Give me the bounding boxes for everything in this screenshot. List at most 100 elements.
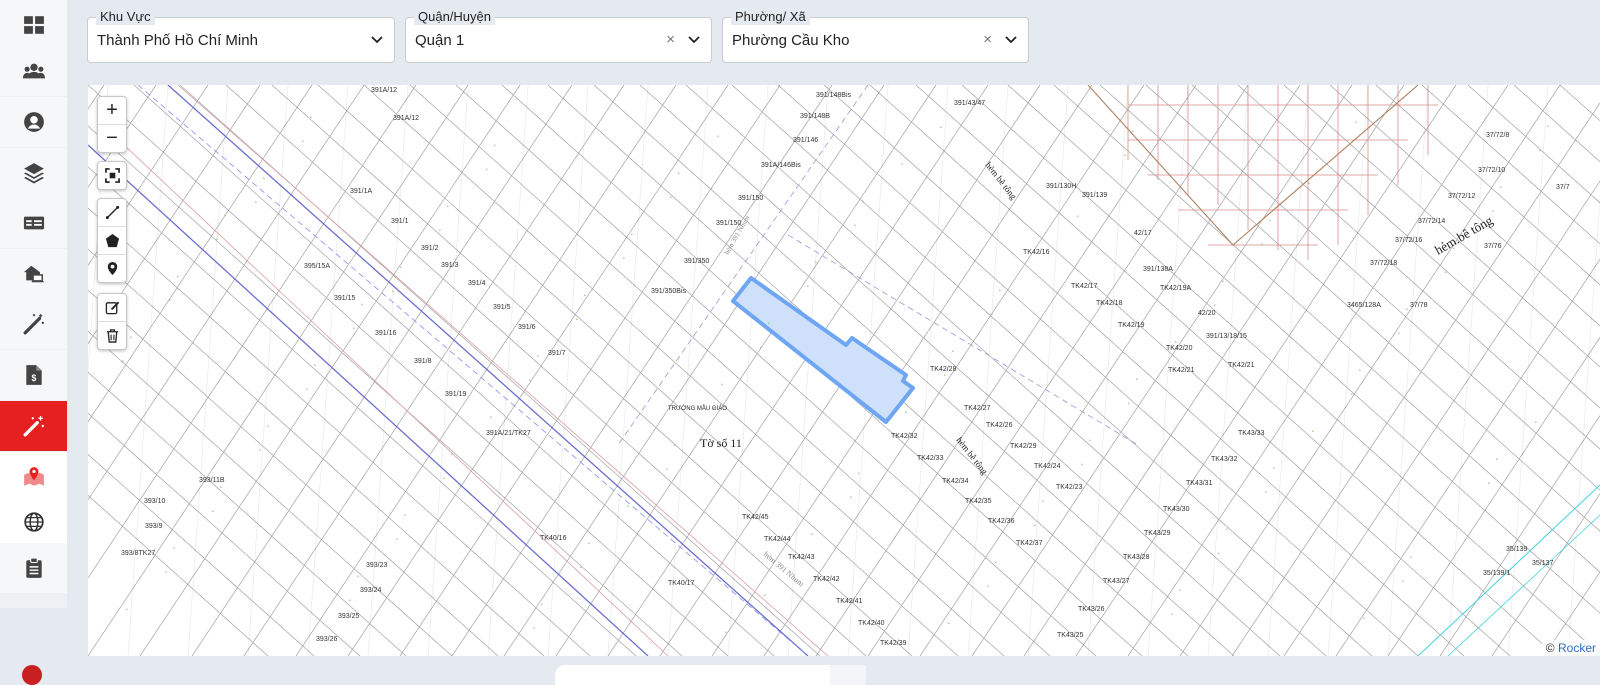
delete-layers-button[interactable] [98, 322, 126, 349]
map-base-layer: 391A/12 391A/12 391/1A 391/1 391/2 391/3 391/4… [88, 85, 1600, 656]
area-mark: • [306, 387, 308, 393]
parcel-label: TK43/27 [1103, 578, 1130, 585]
area-mark: • [1398, 331, 1400, 337]
ward-value: Phường Cầu Kho [732, 32, 850, 49]
area-mark: • [1492, 209, 1494, 215]
area-mark: • [1308, 181, 1310, 187]
sidebar-item-users[interactable] [0, 46, 67, 96]
app-icon[interactable] [22, 665, 42, 685]
ward-select[interactable]: Phường/ Xã Phường Cầu Kho × [722, 9, 1029, 63]
area-mark: • [1539, 148, 1541, 154]
parcel-label: TK42/36 [988, 518, 1015, 525]
area-mark: • [126, 607, 128, 613]
area-mark: • [760, 345, 762, 351]
area-mark: • [357, 574, 359, 580]
parcel-label: TK42/40 [858, 620, 885, 627]
sidebar-item-map-location[interactable] [0, 452, 67, 502]
sidebar-item-wand[interactable] [0, 299, 67, 349]
district-select[interactable]: Quận/Huyện Quận 1 × [405, 9, 712, 63]
area-mark: • [314, 363, 316, 369]
draw-polygon-button[interactable] [98, 227, 126, 255]
area-mark: • [302, 139, 304, 145]
area-mark: • [1218, 551, 1220, 557]
chevron-down-icon[interactable] [687, 32, 701, 46]
sidebar-item-account[interactable] [0, 97, 67, 147]
area-mark: • [858, 471, 860, 477]
parcel-label: TK42/17 [1071, 283, 1098, 290]
area-mark: • [674, 443, 676, 449]
area-mark: • [631, 232, 633, 238]
parcel-label: TK42/24 [1034, 463, 1061, 470]
parcel-label: TK40/16 [540, 535, 567, 542]
layers-icon [23, 163, 44, 184]
sidebar-item-cards[interactable] [0, 198, 67, 248]
district-label: Quận/Huyện [414, 9, 495, 25]
zoom-controls: + − [97, 96, 127, 153]
area-mark: • [948, 621, 950, 627]
area-mark: • [392, 289, 394, 295]
area-mark: • [361, 302, 363, 308]
area-mark: • [1449, 518, 1451, 524]
area-mark: • [1269, 218, 1271, 224]
sidebar-item-house-laptop[interactable] [0, 249, 67, 299]
bottom-tab[interactable] [555, 665, 855, 685]
parcel-label: 393/23 [366, 562, 388, 569]
edit-layers-button[interactable] [98, 294, 126, 322]
parcel-label: 393/24 [360, 587, 382, 594]
parcel-label: 391/8 [414, 358, 432, 365]
sidebar-item-dashboard[interactable] [0, 0, 67, 50]
area-mark: • [1312, 429, 1314, 435]
draw-toolbar [97, 198, 127, 283]
region-select[interactable]: Khu Vực Thành Phố Hồ Chí Minh [87, 9, 395, 63]
chevron-down-icon[interactable] [1004, 32, 1018, 46]
parcel-label: 37/7 [1556, 184, 1570, 191]
parcel-label: 42/17 [1134, 230, 1152, 237]
area-mark: • [212, 509, 214, 515]
parcel-label: TK43/29 [1144, 530, 1171, 537]
chevron-down-icon[interactable] [370, 32, 384, 46]
area-mark: • [1081, 462, 1083, 468]
users-icon [22, 63, 45, 79]
globe-icon [23, 512, 44, 532]
bottom-tab-secondary[interactable] [830, 665, 866, 685]
sidebar-item-layers[interactable] [0, 148, 67, 198]
area-mark: • [944, 373, 946, 379]
sidebar-item-auto-draw[interactable] [0, 401, 67, 451]
area-mark: • [1363, 616, 1365, 622]
area-mark: • [580, 565, 582, 571]
area-mark: • [255, 200, 257, 206]
parcel-label: 37/78 [1410, 302, 1428, 309]
area-mark: • [1171, 612, 1173, 618]
area-mark: • [404, 513, 406, 519]
parcel-label: 37/72/8 [1486, 132, 1509, 139]
draw-line-button[interactable] [98, 199, 126, 227]
sidebar-item-clipboard[interactable] [0, 543, 67, 593]
clear-district-icon[interactable]: × [666, 32, 675, 47]
parcel-label: TK42/33 [917, 455, 944, 462]
zoom-in-button[interactable]: + [98, 97, 126, 125]
parcel-label: 391/350Bis [651, 288, 687, 295]
parcel-label: TK42/26 [986, 422, 1013, 429]
fullscreen-button[interactable] [98, 162, 126, 189]
zoom-out-button[interactable]: − [98, 125, 126, 152]
area-mark: • [173, 546, 175, 552]
draw-marker-button[interactable] [98, 255, 126, 282]
area-mark: • [537, 354, 539, 360]
area-mark: • [1543, 396, 1545, 402]
area-mark: • [353, 326, 355, 332]
parcel-label: TK42/37 [1016, 540, 1043, 547]
area-mark: • [1359, 368, 1361, 374]
parcel-label: TK42/44 [764, 536, 791, 543]
edit-toolbar [97, 293, 127, 350]
fullscreen-icon [104, 168, 120, 183]
parcel-label: 37/72/14 [1418, 218, 1445, 225]
parcel-label: 391A/146Bis [761, 162, 801, 169]
sidebar-item-invoice[interactable]: $ [0, 350, 67, 400]
clear-ward-icon[interactable]: × [983, 32, 992, 47]
cadastral-map[interactable]: 391A/12 391A/12 391/1A 391/1 391/2 391/3 391/4… [88, 85, 1600, 656]
sidebar-item-globe[interactable] [0, 497, 67, 547]
region-value: Thành Phố Hồ Chí Minh [97, 32, 258, 49]
attribution-link[interactable]: Rocker [1558, 641, 1596, 655]
area-mark: • [486, 167, 488, 173]
area-mark: • [623, 256, 625, 262]
